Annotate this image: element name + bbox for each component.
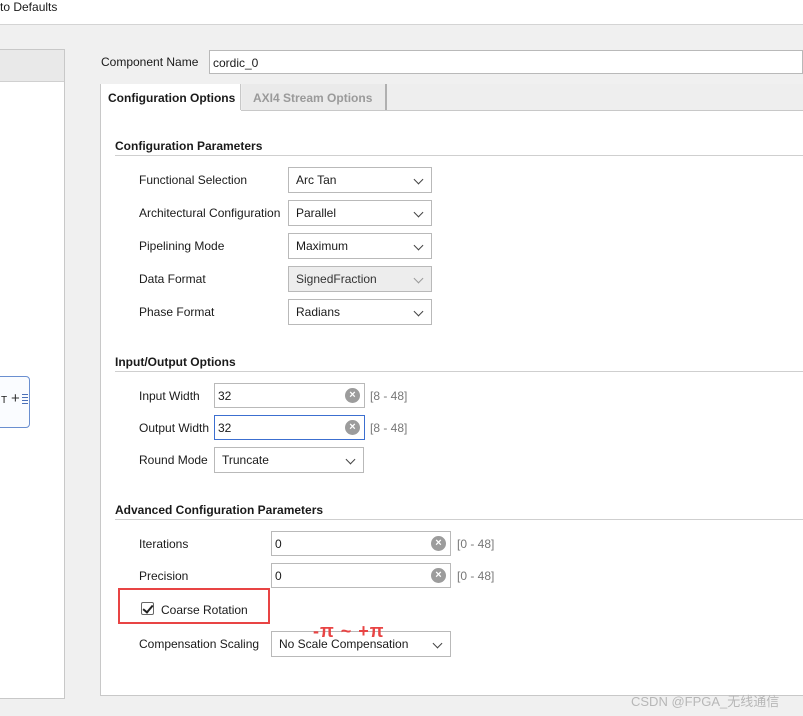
range-annotation: -π ~ +π (313, 621, 385, 641)
expand-plus-icon[interactable]: + (11, 390, 20, 407)
functional-selection-value: Arc Tan (296, 173, 337, 187)
output-width-label: Output Width (139, 421, 210, 435)
data-format-dropdown[interactable]: SignedFraction (288, 266, 432, 292)
io-section-divider (115, 371, 803, 372)
config-section-title: Configuration Parameters (115, 139, 263, 153)
input-width-range: [8 - 48] (370, 389, 408, 403)
chevron-down-icon (413, 240, 424, 251)
pipelining-mode-label: Pipelining Mode (139, 239, 225, 253)
functional-selection-dropdown[interactable]: Arc Tan (288, 167, 432, 193)
coarse-rotation-checkbox[interactable] (141, 602, 154, 615)
iterations-field[interactable]: 0 × (271, 531, 451, 556)
precision-value: 0 (275, 569, 282, 583)
precision-field[interactable]: 0 × (271, 563, 451, 588)
output-width-value: 32 (218, 421, 232, 435)
ip-symbol-panel: T + (0, 49, 65, 699)
clear-icon[interactable]: × (345, 388, 360, 403)
ip-symbol-header (0, 50, 64, 82)
functional-selection-label: Functional Selection (139, 173, 248, 187)
top-toolbar: to Defaults (0, 0, 803, 25)
iterations-range: [0 - 48] (457, 537, 495, 551)
checkmark-icon (142, 602, 154, 614)
pipelining-mode-value: Maximum (296, 239, 349, 253)
clear-icon[interactable]: × (431, 536, 446, 551)
bus-port-icon (22, 394, 28, 406)
input-width-field[interactable]: 32 × (214, 383, 365, 408)
data-format-label: Data Format (139, 272, 206, 286)
round-mode-value: Truncate (222, 453, 269, 467)
io-section-title: Input/Output Options (115, 355, 236, 369)
phase-format-value: Radians (296, 305, 341, 319)
input-width-value: 32 (218, 389, 232, 403)
round-mode-label: Round Mode (139, 453, 208, 467)
chevron-down-icon (413, 174, 424, 185)
precision-range: [0 - 48] (457, 569, 495, 583)
output-width-range: [8 - 48] (370, 421, 408, 435)
tab-configuration-options[interactable]: Configuration Options (101, 84, 241, 110)
phase-format-label: Phase Format (139, 305, 215, 319)
data-format-value: SignedFraction (296, 272, 377, 286)
restore-defaults-link[interactable]: to Defaults (0, 0, 57, 14)
config-section-divider (115, 155, 803, 156)
compensation-scaling-label: Compensation Scaling (139, 637, 260, 651)
pipelining-mode-dropdown[interactable]: Maximum (288, 233, 432, 259)
round-mode-dropdown[interactable]: Truncate (214, 447, 364, 473)
coarse-rotation-label[interactable]: Coarse Rotation (161, 603, 248, 617)
input-width-label: Input Width (139, 389, 200, 403)
ip-symbol-block[interactable]: T + (0, 376, 30, 428)
chevron-down-icon (432, 638, 443, 649)
chevron-down-icon (413, 273, 424, 284)
component-name-label: Component Name (101, 55, 199, 69)
iterations-value: 0 (275, 537, 282, 551)
clear-icon[interactable]: × (345, 420, 360, 435)
chevron-down-icon (413, 306, 424, 317)
architectural-configuration-dropdown[interactable]: Parallel (288, 200, 432, 226)
watermark: CSDN @FPGA_无线通信 (631, 694, 780, 709)
iterations-label: Iterations (139, 537, 189, 551)
tab-axi4-stream-options[interactable]: AXI4 Stream Options (242, 84, 387, 110)
architectural-configuration-value: Parallel (296, 206, 337, 220)
advanced-section-title: Advanced Configuration Parameters (115, 503, 324, 517)
chevron-down-icon (345, 454, 356, 465)
chevron-down-icon (413, 207, 424, 218)
output-width-field[interactable]: 32 × (214, 415, 365, 440)
advanced-section-divider (115, 519, 803, 520)
component-name-input[interactable]: cordic_0 (209, 50, 803, 74)
port-label: T (1, 395, 8, 406)
phase-format-dropdown[interactable]: Radians (288, 299, 432, 325)
clear-icon[interactable]: × (431, 568, 446, 583)
precision-label: Precision (139, 569, 189, 583)
architectural-configuration-label: Architectural Configuration (139, 206, 281, 220)
